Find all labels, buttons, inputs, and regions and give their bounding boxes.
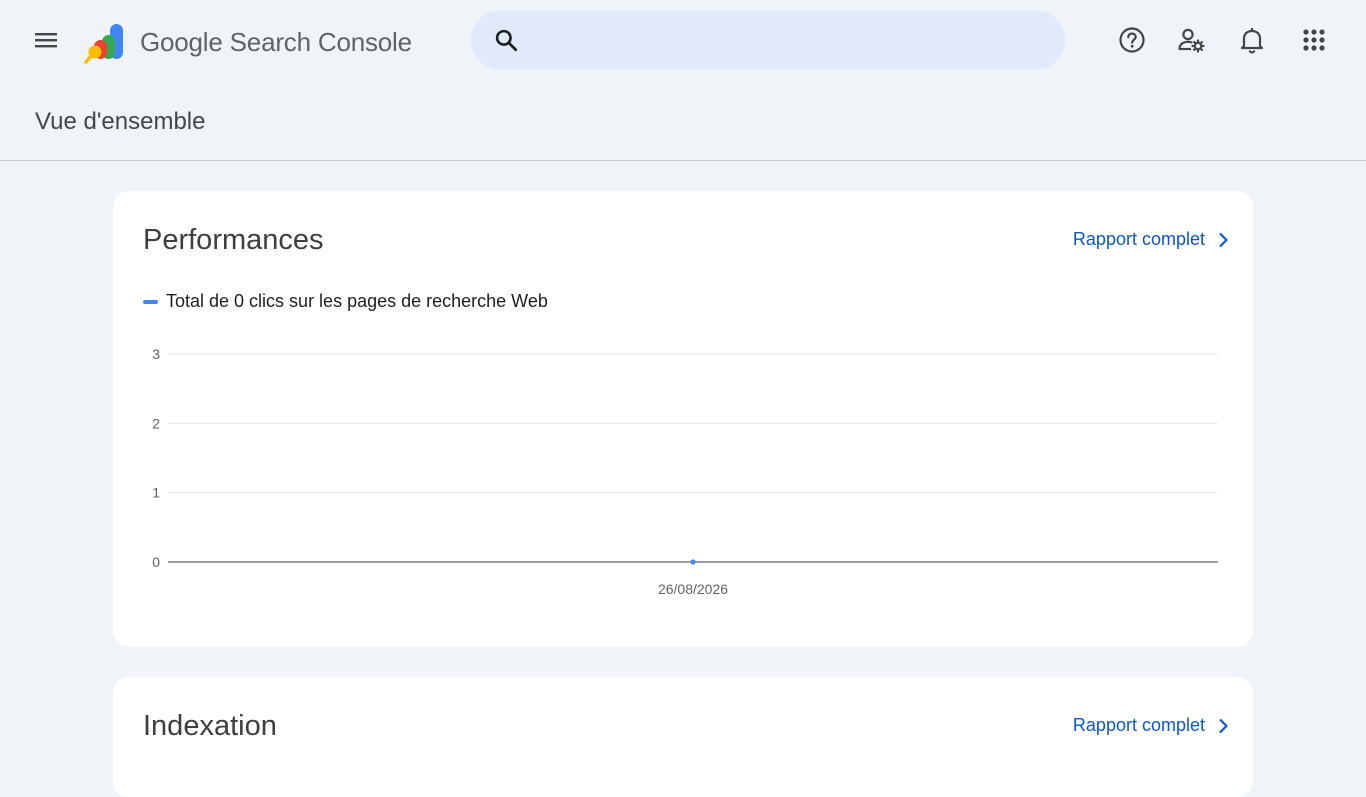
- manage-users-settings-icon: [1178, 28, 1205, 53]
- main-menu-button[interactable]: [25, 20, 65, 60]
- x-tick-label: 26/08/2026: [658, 581, 728, 597]
- indexing-full-report-link[interactable]: Rapport complet: [1073, 715, 1231, 736]
- legend-swatch: [143, 299, 158, 304]
- hamburger-menu-icon: [35, 33, 57, 48]
- chevron-right-icon: [1219, 718, 1228, 733]
- search-input[interactable]: [535, 10, 1045, 70]
- help-button[interactable]: [1112, 20, 1152, 60]
- chart-legend[interactable]: Total de 0 clics sur les pages de recher…: [143, 291, 548, 312]
- top-app-bar: Google Search Console: [0, 0, 1366, 82]
- performance-card-title: Performances: [143, 224, 324, 256]
- indexing-card-title: Indexation: [143, 710, 277, 742]
- y-tick-label: 0: [152, 554, 160, 570]
- performance-chart[interactable]: 0 1 2 3 26/08/2026: [113, 331, 1253, 601]
- y-tick-label: 2: [152, 415, 160, 431]
- notifications-bell-icon: [1240, 28, 1264, 54]
- performance-full-report-label: Rapport complet: [1072, 229, 1205, 249]
- search-icon[interactable]: [493, 27, 519, 53]
- product-name[interactable]: Google Search Console: [140, 27, 412, 58]
- notifications-button[interactable]: [1232, 20, 1272, 60]
- apps-button[interactable]: [1294, 20, 1334, 60]
- y-tick-label: 1: [152, 485, 160, 501]
- page-title: Vue d'ensemble: [35, 108, 206, 135]
- apps-grid-icon: [1303, 29, 1325, 51]
- page-header: Vue d'ensemble: [0, 82, 1366, 161]
- chevron-right-icon: [1219, 232, 1228, 247]
- performance-full-report-link[interactable]: Rapport complet: [1073, 229, 1231, 250]
- data-point[interactable]: [690, 559, 696, 565]
- performance-card: Performances Rapport complet Total de 0 …: [113, 191, 1253, 647]
- y-tick-label: 3: [152, 346, 160, 362]
- legend-label: Total de 0 clics sur les pages de recher…: [166, 291, 548, 311]
- search-console-logo-icon: [84, 24, 123, 64]
- search-bar[interactable]: [471, 10, 1065, 70]
- help-icon: [1119, 27, 1145, 53]
- indexing-full-report-label: Rapport complet: [1072, 715, 1205, 735]
- indexing-card: Indexation Rapport complet: [113, 677, 1253, 797]
- users-settings-button[interactable]: [1171, 20, 1211, 60]
